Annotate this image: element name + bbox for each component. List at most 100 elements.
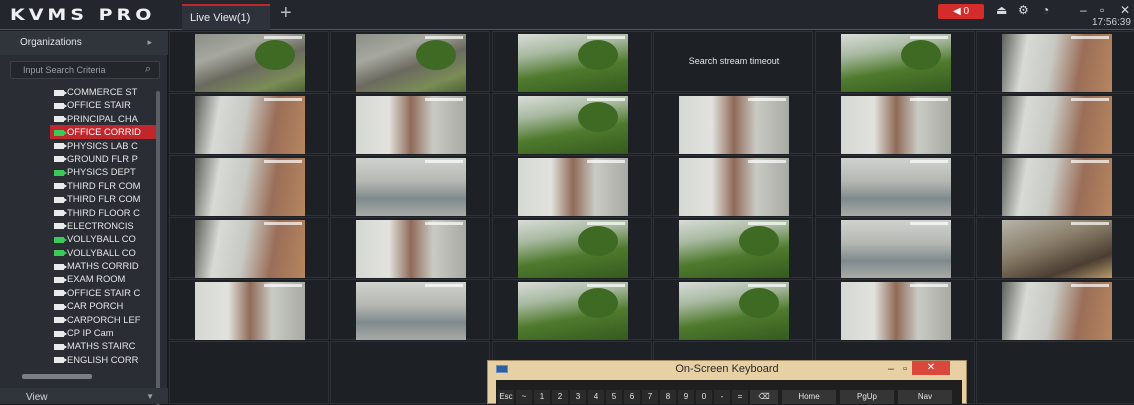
video-tile[interactable] [976,31,1134,92]
key-button[interactable]: 7 [642,390,658,404]
search-icon[interactable]: ⌕ [145,63,151,76]
tab-live-view[interactable]: Live View(1) [182,4,270,30]
horizontal-scrollbar[interactable] [22,374,92,379]
video-tile[interactable] [492,93,652,154]
video-tile[interactable] [492,279,652,340]
key-button[interactable]: - [714,390,730,404]
video-tile[interactable] [330,341,490,404]
video-tile[interactable] [815,31,975,92]
video-tile[interactable] [330,217,490,278]
camera-icon [54,169,67,176]
video-tile[interactable] [653,93,813,154]
video-tile[interactable] [653,155,813,216]
minimize-icon[interactable]: – [884,362,898,376]
video-tile[interactable] [492,217,652,278]
video-tile[interactable] [169,155,329,216]
video-tile[interactable] [976,341,1134,404]
video-tile[interactable] [815,155,975,216]
video-tile[interactable] [169,31,329,92]
restore-icon[interactable]: ▫ [1100,3,1104,17]
key-button[interactable]: Home [782,390,836,404]
key-button[interactable]: 6 [624,390,640,404]
tree-foliage [901,40,941,70]
close-icon[interactable]: ✕ [912,361,950,375]
key-button[interactable]: ⌫ [750,390,778,404]
key-button[interactable]: 0 [696,390,712,404]
video-tile[interactable] [976,155,1134,216]
camera-icon [54,89,67,96]
camera-tree-item[interactable]: OFFICE CORRID [50,125,158,139]
key-button[interactable]: 1 [534,390,550,404]
video-tile[interactable] [492,155,652,216]
camera-icon [54,303,67,310]
camera-tree-item[interactable]: PRINCIPAL CHA [50,112,158,125]
video-tile[interactable] [976,93,1134,154]
camera-tree-item[interactable]: THIRD FLR COM [50,179,158,192]
camera-tree-item[interactable]: CARPORCH LEF [50,313,158,326]
video-tile[interactable] [169,341,329,404]
key-button[interactable]: PgUp [840,390,894,404]
video-tile[interactable] [976,217,1134,278]
view-section-header[interactable]: View ▼ [0,388,168,404]
feed-timestamp-overlay [1071,222,1109,225]
camera-feed [841,158,951,216]
gear-icon[interactable]: ⚙ [1018,3,1029,17]
key-button[interactable]: 3 [570,390,586,404]
key-button[interactable]: 2 [552,390,568,404]
video-tile[interactable] [815,279,975,340]
camera-tree-item[interactable]: VOLLYBALL CO [50,232,158,245]
camera-tree-item[interactable]: ENGLISH CORR [50,353,158,366]
video-tile[interactable] [976,279,1134,340]
key-button[interactable]: 4 [588,390,604,404]
video-tile[interactable] [169,279,329,340]
camera-tree-item[interactable]: COMMERCE ST [50,85,158,98]
camera-tree-item[interactable]: PHYSICS DEPT [50,165,158,178]
camera-tree-item[interactable]: THIRD FLOOR C [50,206,158,219]
key-button[interactable]: = [732,390,748,404]
key-button[interactable]: ~ [516,390,532,404]
user-icon[interactable]: ⏏ [996,3,1007,17]
vertical-scrollbar[interactable] [156,91,160,405]
video-tile[interactable] [815,93,975,154]
key-button[interactable]: 8 [660,390,676,404]
search-input[interactable]: Input Search Criteria ⌕ [10,61,160,79]
add-tab-button[interactable]: + [280,2,292,25]
video-tile[interactable] [815,217,975,278]
minimize-icon[interactable]: – [1080,3,1087,17]
video-tile[interactable] [330,93,490,154]
camera-tree-item[interactable]: OFFICE STAIR C [50,286,158,299]
camera-tree-item[interactable]: MATHS STAIRC [50,339,158,352]
camera-tree-item[interactable]: PHYSICS LAB C [50,139,158,152]
camera-label: OFFICE STAIR C [67,286,141,298]
video-tile[interactable] [653,217,813,278]
key-button[interactable]: Nav [898,390,952,404]
key-button[interactable]: 9 [678,390,694,404]
camera-tree-item[interactable]: EXAM ROOM [50,272,158,285]
video-tile[interactable] [492,31,652,92]
video-tile[interactable]: Search stream timeout [653,31,813,92]
camera-tree-item[interactable]: GROUND FLR P [50,152,158,165]
close-icon[interactable]: ✕ [1120,3,1130,17]
camera-tree-item[interactable]: CP IP Cam [50,326,158,339]
video-tile[interactable] [169,93,329,154]
video-tile[interactable] [330,279,490,340]
video-tile[interactable] [653,279,813,340]
camera-tree-item[interactable]: CAR PORCH [50,299,158,312]
alarm-badge[interactable]: ◀ 0 [938,4,984,19]
camera-tree-item[interactable]: OFFICE STAIR [50,98,158,111]
video-tile[interactable] [169,217,329,278]
camera-label: ELECTRONCIS [67,219,134,231]
camera-tree-item[interactable]: MATHS CORRID [50,259,158,272]
key-button[interactable]: 5 [606,390,622,404]
video-tile[interactable] [330,31,490,92]
feed-timestamp-overlay [748,284,786,287]
key-button[interactable]: Esc [498,390,514,404]
camera-feed [195,220,305,278]
camera-tree-item[interactable]: VOLLYBALL CO [50,246,158,259]
video-tile[interactable] [330,155,490,216]
dashboard-icon[interactable]: ◔ [1042,3,1049,17]
camera-tree-item[interactable]: THIRD FLR COM [50,192,158,205]
camera-tree-item[interactable]: ELECTRONCIS [50,219,158,232]
restore-icon[interactable]: ▫ [898,362,912,376]
organizations-header[interactable]: Organizations ▸ [0,31,168,55]
